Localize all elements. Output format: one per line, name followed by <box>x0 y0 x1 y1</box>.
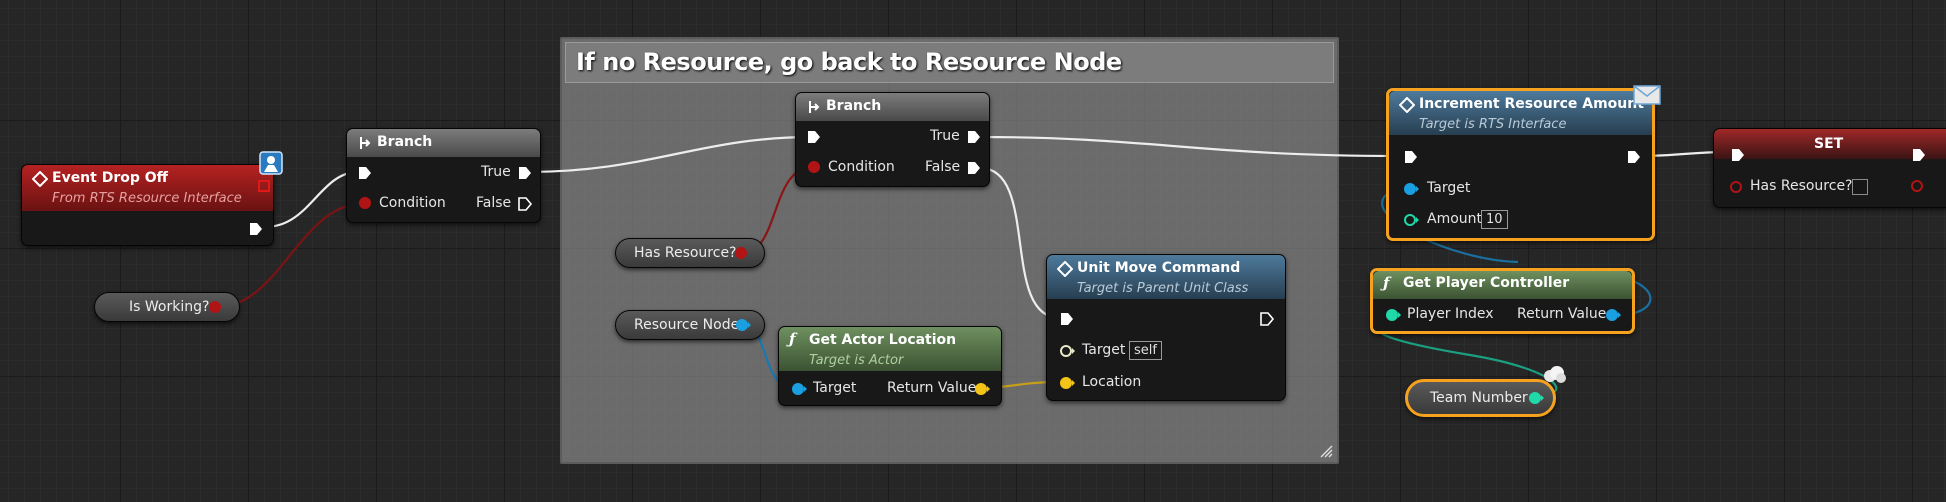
interface-badge-icon <box>259 151 283 175</box>
node-header[interactable]: ƒ Get Actor Location Target is Actor <box>779 327 1001 371</box>
node-header[interactable]: Increment Resource Amount Target is RTS … <box>1389 91 1652 135</box>
target-in-pin[interactable] <box>1403 182 1419 196</box>
vector-in-pin[interactable] <box>1059 376 1075 390</box>
exec-out-pin[interactable] <box>1259 311 1275 327</box>
node-title: Branch <box>377 134 433 150</box>
exec-wire <box>526 135 813 174</box>
get-actor-location-node[interactable]: ƒ Get Actor Location Target is Actor Tar… <box>778 326 1002 406</box>
vector-out-pin[interactable] <box>974 382 990 396</box>
return-value-label: Return Value <box>1517 306 1607 322</box>
variable-label: Is Working? <box>129 299 210 315</box>
false-label: False <box>925 159 961 175</box>
exec-out-pin[interactable] <box>248 221 264 237</box>
branch-icon <box>809 101 820 113</box>
amount-label: Amount <box>1427 211 1483 227</box>
variable-label: Resource Node <box>634 317 740 333</box>
branch-node[interactable]: Branch True Condition False <box>795 92 990 187</box>
node-subtitle: From RTS Resource Interface <box>52 191 242 206</box>
true-label: True <box>930 128 960 144</box>
branch-node[interactable]: Branch True Condition False <box>346 128 541 223</box>
condition-pin[interactable] <box>358 196 372 210</box>
exec-in-pin[interactable] <box>806 129 822 145</box>
object-in-pin[interactable] <box>791 382 807 396</box>
exec-false-pin[interactable] <box>517 196 533 212</box>
object-out-pin[interactable] <box>1605 308 1621 322</box>
node-header[interactable]: Event Drop Off From RTS Resource Interfa… <box>22 165 273 211</box>
has-resource-checkbox[interactable] <box>1852 179 1868 195</box>
message-envelope-icon <box>1633 85 1661 105</box>
location-label: Location <box>1082 374 1142 390</box>
player-index-label: Player Index <box>1407 306 1494 322</box>
condition-pin[interactable] <box>807 160 821 174</box>
event-drop-off-node[interactable]: Event Drop Off From RTS Resource Interfa… <box>21 164 274 246</box>
function-diamond-icon <box>1057 261 1073 277</box>
exec-false-pin[interactable] <box>966 160 982 176</box>
int-in-pin[interactable] <box>1403 213 1419 227</box>
node-title: Branch <box>826 98 882 114</box>
int-out-pin[interactable] <box>1528 391 1544 405</box>
target-label: Target <box>1082 342 1126 358</box>
condition-label: Condition <box>379 195 446 211</box>
branch-icon <box>360 137 371 149</box>
object-out-pin[interactable] <box>735 318 751 332</box>
target-label: Target <box>1427 180 1471 196</box>
exec-wire <box>979 135 1404 158</box>
target-in-pin[interactable] <box>1059 344 1075 358</box>
true-label: True <box>481 164 511 180</box>
variable-label: Has Resource? <box>634 245 737 261</box>
node-subtitle: Target is Actor <box>809 353 904 368</box>
node-title: Unit Move Command <box>1077 260 1241 276</box>
node-title: Get Player Controller <box>1403 275 1570 291</box>
set-has-resource-node[interactable]: SET Has Resource? <box>1713 128 1946 208</box>
exec-out-pin[interactable] <box>1911 147 1927 163</box>
exec-true-pin[interactable] <box>966 129 982 145</box>
unit-move-command-node[interactable]: Unit Move Command Target is Parent Unit … <box>1046 254 1286 401</box>
exec-true-pin[interactable] <box>517 165 533 181</box>
bool-out-pin[interactable] <box>1910 179 1924 193</box>
node-title: Event Drop Off <box>52 170 168 186</box>
function-diamond-icon <box>1399 97 1415 113</box>
false-label: False <box>476 195 512 211</box>
bool-out-pin[interactable] <box>734 246 748 260</box>
exec-wire <box>264 170 359 229</box>
delegate-pin-icon[interactable] <box>257 179 271 193</box>
event-diamond-icon <box>32 171 48 187</box>
has-resource-variable[interactable]: Has Resource? <box>615 238 765 268</box>
bool-out-pin[interactable] <box>208 300 222 314</box>
get-player-controller-node[interactable]: ƒ Get Player Controller Player Index Ret… <box>1370 268 1635 334</box>
node-header[interactable]: Branch <box>796 93 989 121</box>
node-title: SET <box>1814 136 1844 152</box>
exec-in-pin[interactable] <box>357 165 373 181</box>
resource-node-variable[interactable]: Resource Node <box>615 310 765 340</box>
exec-in-pin[interactable] <box>1059 311 1075 327</box>
int-in-pin[interactable] <box>1385 308 1401 322</box>
exec-in-pin[interactable] <box>1730 147 1746 163</box>
exec-out-pin[interactable] <box>1626 149 1642 165</box>
replicated-cloud-icon <box>1544 366 1566 383</box>
bool-in-pin[interactable] <box>1729 180 1743 194</box>
is-working-variable[interactable]: Is Working? <box>94 292 240 322</box>
node-title: Get Actor Location <box>809 332 957 348</box>
node-subtitle: Target is RTS Interface <box>1419 117 1567 132</box>
node-header[interactable]: Unit Move Command Target is Parent Unit … <box>1047 255 1285 299</box>
amount-input[interactable]: 10 <box>1481 210 1508 229</box>
variable-label: Team Number <box>1430 390 1528 406</box>
exec-in-pin[interactable] <box>1403 149 1419 165</box>
condition-label: Condition <box>828 159 895 175</box>
wires-layer <box>216 135 1946 399</box>
node-title: Increment Resource Amount <box>1419 96 1644 112</box>
increment-resource-amount-node[interactable]: Increment Resource Amount Target is RTS … <box>1386 88 1655 241</box>
has-resource-label: Has Resource? <box>1750 178 1853 194</box>
team-number-variable[interactable]: Team Number <box>1405 379 1556 417</box>
node-subtitle: Target is Parent Unit Class <box>1077 281 1249 296</box>
target-label: Target <box>813 380 857 396</box>
node-header[interactable]: ƒ Get Player Controller <box>1373 271 1632 299</box>
function-icon: ƒ <box>789 330 796 348</box>
target-self-field[interactable]: self <box>1129 341 1162 360</box>
function-icon: ƒ <box>1383 274 1390 292</box>
return-value-label: Return Value <box>887 380 977 396</box>
node-header[interactable]: Branch <box>347 129 540 157</box>
